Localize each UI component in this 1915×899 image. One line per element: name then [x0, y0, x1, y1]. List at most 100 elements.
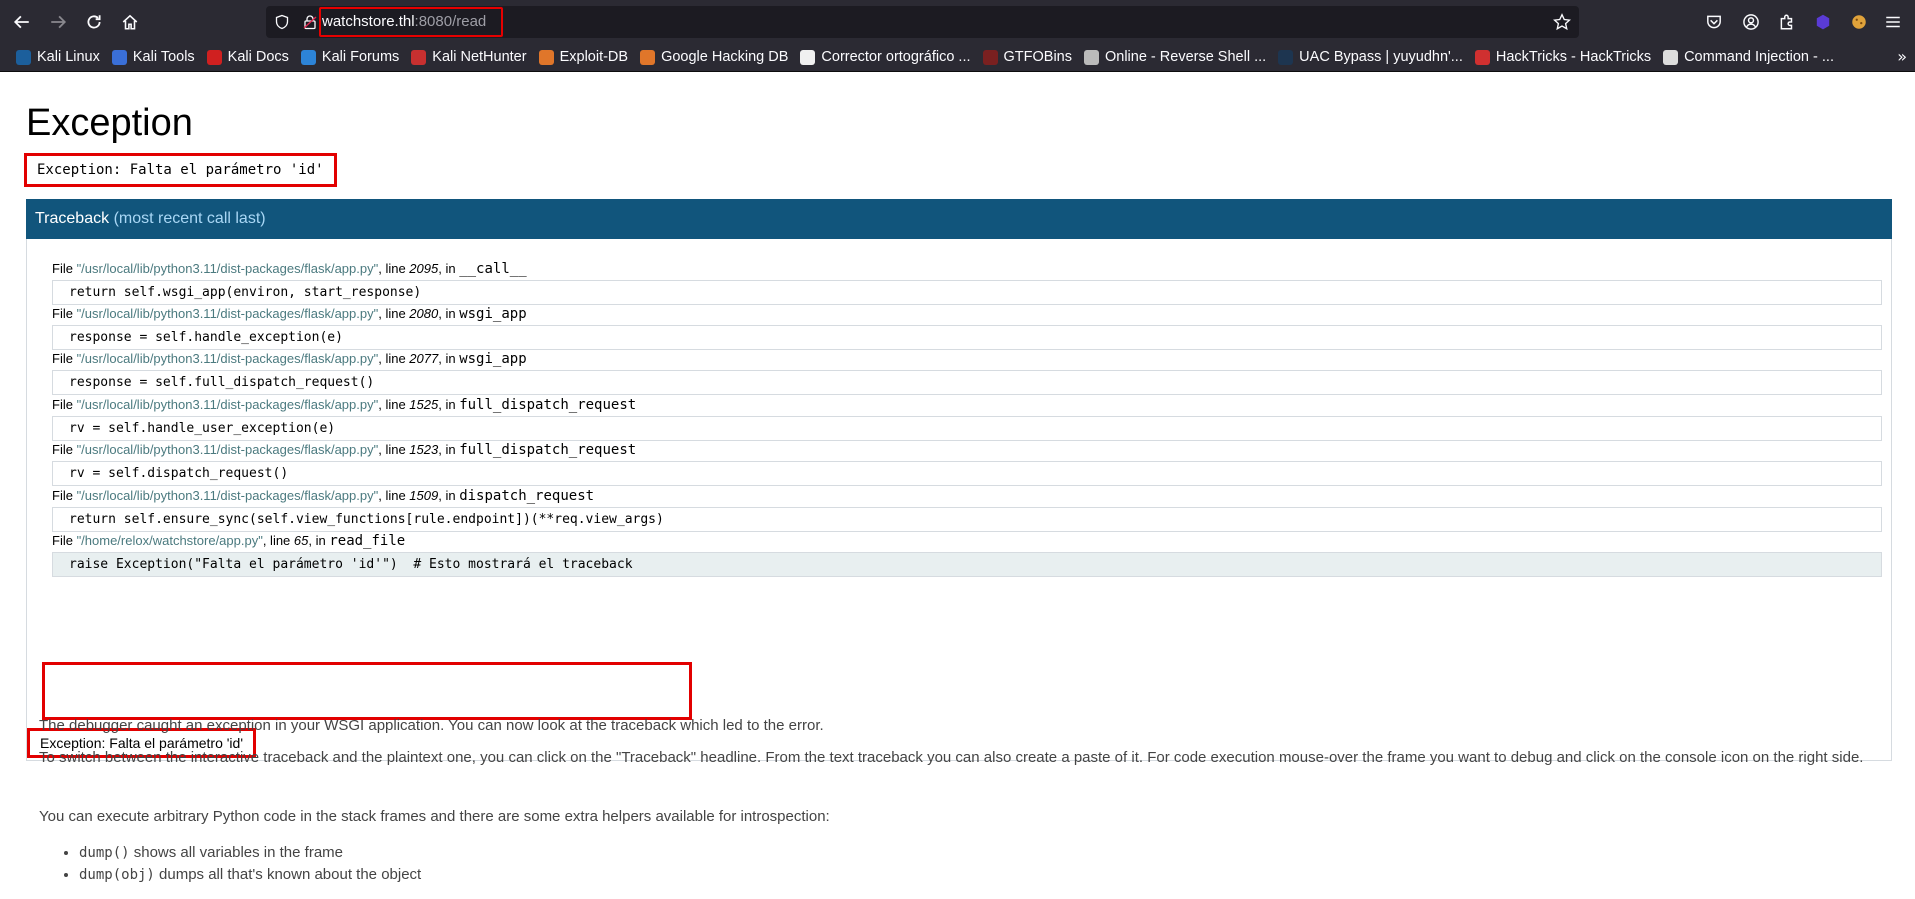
- bookmark-item[interactable]: Command Injection - ...: [1657, 45, 1840, 69]
- bookmark-item[interactable]: Kali Forums: [295, 45, 405, 69]
- frame-function: full_dispatch_request: [459, 442, 637, 458]
- frame-file-prefix: File: [52, 351, 77, 366]
- frame-location: File "/home/relox/watchstore/app.py", li…: [52, 533, 1882, 551]
- bookmark-item[interactable]: Kali Linux: [10, 45, 106, 69]
- frame-location: File "/usr/local/lib/python3.11/dist-pac…: [52, 397, 1882, 415]
- bookmarks-list: Kali Linux Kali Tools Kali Docs Kali Forums…: [10, 45, 1840, 69]
- bookmark-star-icon[interactable]: [1553, 13, 1571, 31]
- bookmark-label: GTFOBins: [1003, 49, 1072, 65]
- forward-icon[interactable]: [44, 8, 72, 36]
- traceback-frame[interactable]: File "/usr/local/lib/python3.11/dist-pac…: [52, 351, 1882, 395]
- traceback-frame[interactable]: File "/usr/local/lib/python3.11/dist-pac…: [52, 442, 1882, 486]
- frame-filename: "/usr/local/lib/python3.11/dist-packages…: [76, 261, 379, 276]
- frame-line-number: 1525: [409, 397, 439, 412]
- frame-file-prefix: File: [52, 306, 77, 321]
- bookmark-item[interactable]: Exploit-DB: [533, 45, 635, 69]
- frame-in-prefix: , in: [438, 306, 460, 321]
- bookmark-label: HackTricks - HackTricks: [1495, 49, 1652, 65]
- frame-line-number: 2095: [409, 261, 439, 276]
- frame-file-prefix: File: [52, 488, 77, 503]
- traceback-frame[interactable]: File "/usr/local/lib/python3.11/dist-pac…: [52, 488, 1882, 532]
- reload-icon[interactable]: [80, 8, 108, 36]
- frame-code-line[interactable]: raise Exception("Falta el parámetro 'id'…: [52, 552, 1882, 577]
- frame-code-line[interactable]: return self.ensure_sync(self.view_functi…: [52, 507, 1882, 532]
- frame-in-prefix: , in: [438, 397, 460, 412]
- bookmark-favicon-icon: [1083, 49, 1099, 65]
- frame-code-line[interactable]: rv = self.dispatch_request(): [52, 461, 1882, 486]
- account-icon[interactable]: [1737, 8, 1765, 36]
- bookmark-label: Google Hacking DB: [661, 49, 789, 65]
- frame-file-prefix: File: [52, 261, 77, 276]
- bookmark-item[interactable]: UAC Bypass | yuyudhn'...: [1272, 45, 1469, 69]
- frame-function: __call__: [459, 261, 527, 277]
- url-bar[interactable]: watchstore.thl:8080/read: [266, 6, 1579, 38]
- bookmark-item[interactable]: Corrector ortográfico ...: [794, 45, 976, 69]
- bookmarks-bar: Kali Linux Kali Tools Kali Docs Kali Forums…: [0, 43, 1915, 72]
- frame-code-line[interactable]: response = self.handle_exception(e): [52, 325, 1882, 350]
- bookmark-favicon-icon: [640, 49, 656, 65]
- frame-code-line[interactable]: rv = self.handle_user_exception(e): [52, 416, 1882, 441]
- bookmark-favicon-icon: [111, 49, 127, 65]
- helper-item: dump(obj) dumps all that's known about t…: [79, 864, 421, 886]
- frame-filename: "/usr/local/lib/python3.11/dist-packages…: [76, 397, 379, 412]
- menu-icon[interactable]: [1879, 8, 1907, 36]
- extension-cookie-icon[interactable]: [1845, 8, 1873, 36]
- traceback-frame[interactable]: File "/usr/local/lib/python3.11/dist-pac…: [52, 306, 1882, 350]
- bookmark-favicon-icon: [538, 49, 554, 65]
- bookmark-item[interactable]: Online - Reverse Shell ...: [1078, 45, 1272, 69]
- bookmark-label: Online - Reverse Shell ...: [1104, 49, 1267, 65]
- frame-filename: "/usr/local/lib/python3.11/dist-packages…: [76, 442, 379, 457]
- bookmark-item[interactable]: GTFOBins: [977, 45, 1078, 69]
- bookmark-item[interactable]: Google Hacking DB: [634, 45, 794, 69]
- frame-location: File "/usr/local/lib/python3.11/dist-pac…: [52, 351, 1882, 369]
- bookmark-favicon-icon: [1663, 49, 1679, 65]
- lock-icon[interactable]: [302, 14, 318, 30]
- frame-function: wsgi_app: [459, 306, 527, 322]
- shield-icon[interactable]: [274, 14, 290, 30]
- extension-hexagon-icon[interactable]: [1809, 8, 1837, 36]
- frame-function: wsgi_app: [459, 351, 527, 367]
- url-highlight-box: [319, 7, 503, 37]
- frame-line-prefix: , line: [378, 351, 410, 366]
- bookmark-item[interactable]: Kali NetHunter: [405, 45, 532, 69]
- bookmark-favicon-icon: [800, 49, 816, 65]
- traceback-label: Traceback: [35, 210, 110, 227]
- traceback-frame[interactable]: File "/usr/local/lib/python3.11/dist-pac…: [52, 261, 1882, 305]
- extensions-icon[interactable]: [1773, 8, 1801, 36]
- frame-in-prefix: , in: [308, 533, 330, 548]
- frame-code-line[interactable]: return self.wsgi_app(environ, start_resp…: [52, 280, 1882, 305]
- bookmark-item[interactable]: Kali Docs: [201, 45, 295, 69]
- home-icon[interactable]: [116, 8, 144, 36]
- helper-item: dump() shows all variables in the frame: [79, 842, 421, 864]
- bookmark-label: Exploit-DB: [559, 49, 629, 65]
- bookmark-item[interactable]: Kali Tools: [106, 45, 201, 69]
- frame-line-number: 2077: [409, 351, 439, 366]
- error-message: Exception: Falta el parámetro 'id': [24, 153, 337, 187]
- frame-line-prefix: , line: [378, 488, 410, 503]
- chevron-right-double-icon[interactable]: »: [1897, 47, 1907, 66]
- frame-function: dispatch_request: [459, 488, 595, 504]
- traceback-frame[interactable]: File "/home/relox/watchstore/app.py", li…: [52, 533, 1882, 577]
- bookmark-label: Kali Forums: [321, 49, 400, 65]
- traceback-header[interactable]: Traceback (most recent call last): [26, 199, 1892, 239]
- bookmark-label: Kali NetHunter: [432, 49, 527, 65]
- traceback-frame[interactable]: File "/usr/local/lib/python3.11/dist-pac…: [52, 397, 1882, 441]
- traceback-box: File "/usr/local/lib/python3.11/dist-pac…: [26, 239, 1892, 761]
- frame-file-prefix: File: [52, 533, 77, 548]
- frame-line-prefix: , line: [262, 533, 294, 548]
- frame-line-number: 2080: [409, 306, 439, 321]
- frame-function: read_file: [329, 533, 406, 549]
- frame-file-prefix: File: [52, 442, 77, 457]
- explain-paragraph-3: You can execute arbitrary Python code in…: [39, 808, 830, 825]
- frame-function: full_dispatch_request: [459, 397, 637, 413]
- bookmark-favicon-icon: [411, 49, 427, 65]
- bookmark-label: Command Injection - ...: [1684, 49, 1834, 65]
- frame-code-line[interactable]: response = self.full_dispatch_request(): [52, 370, 1882, 395]
- traceback-sub: (most recent call last): [113, 210, 266, 227]
- bookmark-item[interactable]: HackTricks - HackTricks: [1469, 45, 1657, 69]
- frame-location: File "/usr/local/lib/python3.11/dist-pac…: [52, 442, 1882, 460]
- frame-in-prefix: , in: [438, 261, 460, 276]
- frame-in-prefix: , in: [438, 442, 460, 457]
- pocket-icon[interactable]: [1700, 8, 1728, 36]
- back-icon[interactable]: [8, 8, 36, 36]
